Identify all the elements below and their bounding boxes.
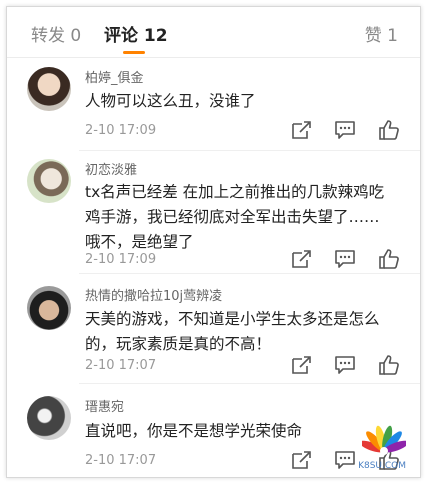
avatar[interactable] — [27, 396, 71, 440]
tab-likes[interactable]: 赞 1 — [365, 21, 398, 46]
tab-repost[interactable]: 转发 0 — [31, 21, 81, 46]
comment-text: 人物可以这么丑，没谁了 — [85, 92, 256, 110]
thumbs-up-icon[interactable] — [378, 248, 400, 270]
thumbs-up-icon[interactable] — [378, 354, 400, 376]
timestamp: 2-10 17:07 — [85, 453, 157, 468]
username[interactable]: 初恋淡雅 — [85, 159, 137, 178]
username[interactable]: 柏婷_俱金 — [85, 67, 144, 86]
username[interactable]: 热情的撒哈拉10j莺辨凌 — [85, 285, 222, 304]
comment-icon[interactable] — [334, 449, 356, 471]
comment-icon[interactable] — [334, 248, 356, 270]
share-icon[interactable] — [290, 119, 312, 141]
timestamp: 2-10 17:09 — [85, 123, 157, 138]
share-icon[interactable] — [290, 248, 312, 270]
comment-item: 初恋淡雅 tx名声已经差 在加上之前推出的几款辣鸡吃鸡手游，我已经彻底对全军出击… — [7, 151, 420, 271]
avatar[interactable] — [27, 286, 71, 330]
comment-item: 柏婷_俱金 人物可以这么丑，没谁了 2-10 17:09 — [7, 57, 420, 150]
thumbs-up-icon[interactable] — [378, 119, 400, 141]
timestamp: 2-10 17:09 — [85, 252, 157, 267]
peacock-logo — [362, 425, 406, 455]
tab-bar: 转发 0 评论 12 赞 1 — [7, 7, 420, 58]
tab-comments[interactable]: 评论 12 — [104, 21, 168, 46]
avatar[interactable] — [27, 67, 71, 111]
watermark-text: K8SU.COM — [358, 461, 406, 471]
timestamp: 2-10 17:07 — [85, 358, 157, 373]
username[interactable]: 瑨惠宛 — [85, 396, 124, 415]
comment-item: 热情的撒哈拉10j莺辨凌 天美的游戏，不知道是小学生太多还是怎么的，玩家素质是真… — [7, 274, 420, 382]
comment-text: 天美的游戏，不知道是小学生太多还是怎么的，玩家素质是真的不高！ — [85, 310, 380, 353]
share-icon[interactable] — [290, 354, 312, 376]
active-tab-indicator — [123, 51, 145, 54]
comment-text: tx名声已经差 在加上之前推出的几款辣鸡吃鸡手游，我已经彻底对全军出击失望了……… — [85, 183, 385, 251]
comment-icon[interactable] — [334, 119, 356, 141]
comments-panel: 转发 0 评论 12 赞 1 柏婷_俱金 人物可以这么丑，没谁了 2-10 17… — [6, 6, 421, 478]
avatar[interactable] — [27, 159, 71, 203]
comment-icon[interactable] — [334, 354, 356, 376]
comment-text: 直说吧，你是不是想学光荣使命 — [85, 422, 303, 440]
share-icon[interactable] — [290, 449, 312, 471]
